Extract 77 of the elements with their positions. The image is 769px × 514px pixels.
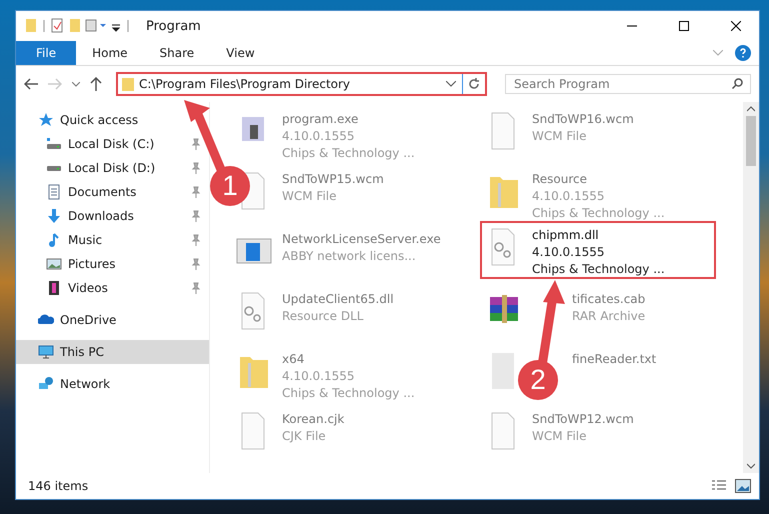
file-name[interactable]: x64: [282, 351, 304, 368]
sidebar-item[interactable]: This PC: [16, 340, 209, 364]
sidebar-item[interactable]: Documents: [16, 180, 209, 204]
scrollbar[interactable]: [743, 102, 759, 473]
file-name[interactable]: SndToWP16.wcm: [532, 111, 634, 128]
file-detail: Resource DLL: [282, 308, 364, 325]
file-detail: 4.10.0.1555: [532, 244, 605, 261]
file-detail: Chips & Technology ...: [532, 205, 665, 222]
pin-icon[interactable]: [191, 210, 201, 222]
folder-icon: [122, 77, 134, 91]
ribbon-tab[interactable]: Share: [144, 41, 210, 65]
file-detail: RAR Archive: [572, 308, 646, 325]
file-detail: Chips & Technology ...: [282, 385, 415, 402]
file-detail: 4.10.0.1555: [282, 128, 355, 145]
item-count: 146 items: [28, 479, 90, 493]
file-detail: CJK File: [282, 428, 326, 445]
file-detail: WCM File: [282, 188, 336, 205]
up-arrow-icon[interactable]: [90, 77, 102, 91]
file-name[interactable]: fineReader.txt: [572, 351, 656, 368]
network-icon: [38, 376, 54, 392]
file-detail: Chips & Technology ...: [282, 145, 415, 162]
down-arrow-icon: [46, 208, 62, 224]
file-detail: Chips & Technology ...: [532, 261, 665, 278]
file-detail: ABBY network licens...: [282, 248, 416, 265]
maximize-icon: [679, 21, 689, 31]
large-icons-view-icon[interactable]: [735, 479, 751, 493]
pin-icon[interactable]: [191, 258, 201, 270]
file-detail: WCM File: [532, 128, 586, 145]
address-bar[interactable]: C:\Program Files\Program Directory: [116, 72, 487, 96]
file-detail: 4.10.0.1555: [532, 188, 605, 205]
ribbon-tab[interactable]: File: [16, 41, 76, 65]
file-name[interactable]: UpdateClient65.dll: [282, 291, 394, 308]
window-title: Program: [146, 18, 202, 34]
sidebar-item[interactable]: Downloads: [16, 204, 209, 228]
ribbon-tab[interactable]: View: [210, 41, 271, 65]
sidebar-item[interactable]: Quick access: [16, 108, 209, 132]
sidebar-item[interactable]: Videos: [16, 276, 209, 300]
file-name[interactable]: Korean.cjk: [282, 411, 344, 428]
scrollbar-thumb[interactable]: [746, 116, 756, 166]
file-detail: WCM File: [532, 428, 586, 445]
chevron-down-icon[interactable]: [446, 81, 456, 87]
pin-icon[interactable]: [191, 234, 201, 246]
document-icon: [46, 184, 62, 200]
file-name[interactable]: SndToWP12.wcm: [532, 411, 634, 428]
file-name[interactable]: program.exe: [282, 111, 358, 128]
drive-icon: [46, 164, 62, 172]
film-icon: [46, 280, 62, 296]
close-icon: [731, 21, 741, 31]
refresh-icon: [468, 78, 480, 90]
search-field[interactable]: Search Program: [505, 74, 751, 94]
file-name[interactable]: SndToWP15.wcm: [282, 171, 384, 188]
ribbon-tab[interactable]: Home: [76, 41, 144, 65]
chevron-down-icon[interactable]: [72, 82, 80, 86]
picture-icon: [46, 256, 62, 272]
sidebar-item[interactable]: Network: [16, 372, 209, 396]
back-arrow-icon[interactable]: [24, 78, 38, 90]
file-name[interactable]: Resource: [532, 171, 588, 188]
file-name[interactable]: NetworkLicenseServer.exe: [282, 231, 441, 248]
sidebar-item[interactable]: Local Disk (D:): [16, 156, 209, 180]
pin-icon[interactable]: [191, 162, 201, 174]
sidebar-item[interactable]: Pictures: [16, 252, 209, 276]
sidebar-item[interactable]: OneDrive: [16, 308, 209, 332]
monitor-icon: [38, 344, 54, 360]
sidebar-item[interactable]: Music: [16, 228, 209, 252]
file-detail: 4.10.0.1555: [282, 368, 355, 385]
chevron-up-icon[interactable]: [747, 106, 755, 112]
search-icon: [732, 78, 743, 89]
pin-icon[interactable]: [191, 138, 201, 150]
help-icon[interactable]: [735, 45, 751, 61]
file-name[interactable]: tificates.cab: [572, 291, 646, 308]
star-icon: [38, 112, 54, 128]
sidebar-item[interactable]: Local Disk (C:): [16, 132, 209, 156]
pin-icon[interactable]: [191, 186, 201, 198]
file-name[interactable]: chipmm.dll: [532, 227, 599, 244]
pin-icon[interactable]: [191, 282, 201, 294]
chevron-down-icon[interactable]: [747, 463, 755, 469]
drive-icon: [46, 136, 62, 152]
